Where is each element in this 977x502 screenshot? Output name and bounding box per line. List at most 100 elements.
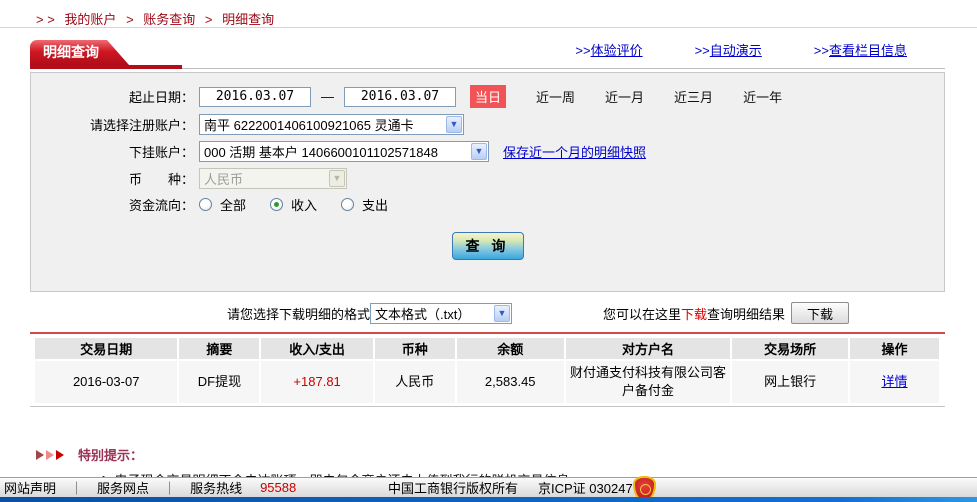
select-value: 000 活期 基本户 1406600101102571848: [204, 142, 438, 161]
footer-link-statement[interactable]: 网站声明: [4, 478, 56, 497]
header-action: 操作: [850, 338, 939, 359]
top-links: >>体验评价 >>自动演示 >>查看栏目信息: [575, 40, 907, 59]
cell-counterparty: 财付通支付科技有限公司客户备付金: [566, 361, 731, 403]
cell-balance: 2,583.45: [457, 361, 564, 403]
chevron-down-icon: ▼: [494, 305, 510, 322]
transactions-table: 交易日期 摘要 收入/支出 币种 余额 对方户名 交易场所 操作 2016-03…: [33, 336, 941, 405]
range-quarter-link[interactable]: 近三月: [674, 87, 713, 106]
breadcrumb-item-my-account[interactable]: 我的账户: [64, 12, 116, 27]
flow-radio-expense[interactable]: 支出: [341, 195, 388, 214]
cell-channel: 网上银行: [732, 361, 848, 403]
sub-account-select[interactable]: 000 活期 基本户 1406600101102571848 ▼: [199, 141, 489, 162]
range-month-link[interactable]: 近一月: [605, 87, 644, 106]
icp-number: 京ICP证 030247号: [538, 478, 646, 497]
notice-head: 特别提示：: [30, 445, 945, 464]
download-inline-link[interactable]: 下载: [681, 304, 707, 323]
link-prefix: >>: [575, 43, 590, 58]
flow-radio-income[interactable]: 收入: [270, 195, 317, 214]
sub-account-label: 下挂账户：: [31, 142, 199, 161]
select-value: 南平 6222001406100921065 灵通卡: [204, 115, 414, 134]
tab-row: 明细查询 >>体验评价 >>自动演示 >>查看栏目信息: [30, 28, 945, 65]
radio-icon: [341, 198, 354, 211]
link-label: 自动演示: [710, 43, 762, 58]
table-row: 2016-03-07 DF提现 +187.81 人民币 2,583.45 财付通…: [35, 361, 939, 403]
copyright-text: 中国工商银行版权所有: [388, 478, 518, 497]
main-content: 明细查询 >>体验评价 >>自动演示 >>查看栏目信息 起止日期： — 当日 近…: [30, 28, 945, 489]
currency-label: 币 种：: [31, 169, 199, 188]
link-prefix: >>: [814, 43, 829, 58]
query-form-panel: 起止日期： — 当日 近一周 近一月 近三月 近一年 请选择注册账户： 南平 6…: [30, 72, 945, 292]
radio-label: 收入: [291, 195, 317, 214]
tab-detail-query[interactable]: 明细查询: [30, 40, 129, 65]
range-year-link[interactable]: 近一年: [743, 87, 782, 106]
download-hint-post: 查询明细结果: [707, 304, 785, 323]
table-top-divider: [30, 332, 945, 334]
cell-date: 2016-03-07: [35, 361, 177, 403]
cell-action: 详情: [850, 361, 939, 403]
link-label: 查看栏目信息: [829, 43, 907, 58]
breadcrumb-separator: >: [205, 12, 213, 27]
register-account-select[interactable]: 南平 6222001406100921065 灵通卡 ▼: [199, 114, 464, 135]
table-header-row: 交易日期 摘要 收入/支出 币种 余额 对方户名 交易场所 操作: [35, 338, 939, 359]
bottom-blue-bar: [0, 497, 977, 502]
date-range-row: 起止日期： — 当日 近一周 近一月 近三月 近一年: [31, 85, 944, 108]
flow-radio-all[interactable]: 全部: [199, 195, 246, 214]
hotline-number: 95588: [260, 480, 296, 495]
date-from-input[interactable]: [199, 87, 311, 107]
download-format-label: 请您选择下载明细的格式: [227, 304, 370, 323]
footer-bar: 网站声明 ｜ 服务网点 ｜ 服务热线 95588 中国工商银行版权所有 京ICP…: [0, 477, 977, 497]
footer-separator: ｜: [163, 478, 176, 497]
date-range-label: 起止日期：: [31, 87, 199, 106]
range-week-link[interactable]: 近一周: [536, 87, 575, 106]
link-prefix: >>: [695, 43, 710, 58]
download-row: 请您选择下载明细的格式 文本格式（.txt） ▼ 您可以在这里 下载 查询明细结…: [30, 298, 945, 328]
cell-summary: DF提现: [179, 361, 259, 403]
breadcrumb: > > 我的账户 > 账务查询 > 明细查询: [0, 0, 977, 28]
tab-red-underline: [30, 65, 182, 69]
link-column-info[interactable]: >>查看栏目信息: [814, 40, 907, 59]
radio-label: 支出: [362, 195, 388, 214]
footer-left: 网站声明 ｜ 服务网点 ｜ 服务热线 95588: [4, 478, 296, 497]
header-balance: 余额: [457, 338, 564, 359]
register-account-row: 请选择注册账户： 南平 6222001406100921065 灵通卡 ▼: [31, 114, 944, 135]
sub-account-row: 下挂账户： 000 活期 基本户 1406600101102571848 ▼ 保…: [31, 141, 944, 162]
currency-row: 币 种： 人民币 ▼: [31, 168, 944, 189]
notice-title: 特别提示：: [78, 445, 143, 464]
chevron-down-icon: ▼: [471, 143, 487, 160]
header-summary: 摘要: [179, 338, 259, 359]
cell-currency: 人民币: [375, 361, 455, 403]
breadcrumb-item-detail-query[interactable]: 明细查询: [222, 12, 274, 27]
date-separator: —: [321, 89, 334, 104]
hotline-label: 服务热线: [190, 478, 242, 497]
cell-amount: +187.81: [261, 361, 372, 403]
triple-arrow-icon: [36, 450, 64, 460]
snapshot-link[interactable]: 保存近一个月的明细快照: [503, 142, 646, 161]
radio-checked-icon: [270, 198, 283, 211]
download-button[interactable]: 下载: [791, 302, 849, 324]
footer-link-branches[interactable]: 服务网点: [97, 478, 149, 497]
date-to-input[interactable]: [344, 87, 456, 107]
link-experience-eval[interactable]: >>体验评价: [575, 40, 642, 59]
link-label: 体验评价: [591, 43, 643, 58]
breadcrumb-prefix: > >: [36, 12, 55, 27]
register-account-label: 请选择注册账户：: [31, 115, 199, 134]
table-bottom-divider: [30, 406, 945, 407]
radio-icon: [199, 198, 212, 211]
currency-select: 人民币 ▼: [199, 168, 347, 189]
header-amount: 收入/支出: [261, 338, 372, 359]
tab-underline: [30, 65, 945, 69]
select-value: 人民币: [204, 169, 243, 188]
radio-label: 全部: [220, 195, 246, 214]
today-button[interactable]: 当日: [470, 85, 506, 108]
breadcrumb-separator: >: [126, 12, 134, 27]
query-button-row: 查 询: [31, 232, 944, 260]
detail-link[interactable]: 详情: [881, 374, 907, 389]
download-format-select[interactable]: 文本格式（.txt） ▼: [370, 303, 512, 324]
header-counterparty: 对方户名: [566, 338, 731, 359]
breadcrumb-item-account-query[interactable]: 账务查询: [143, 12, 195, 27]
download-hint-pre: 您可以在这里: [603, 304, 681, 323]
query-button[interactable]: 查 询: [452, 232, 524, 260]
header-date: 交易日期: [35, 338, 177, 359]
link-auto-demo[interactable]: >>自动演示: [695, 40, 762, 59]
download-hint: 您可以在这里 下载 查询明细结果 下载: [603, 302, 849, 324]
